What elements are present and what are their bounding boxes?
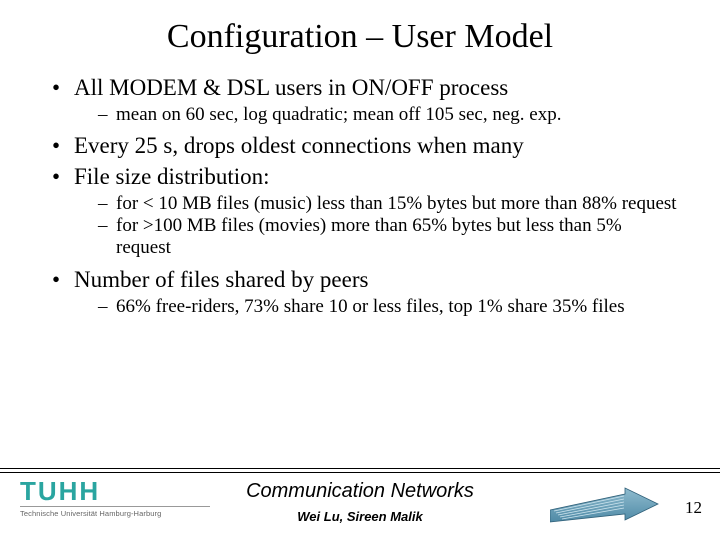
- divider: [0, 472, 720, 473]
- bullet-text: Every 25 s, drops oldest connections whe…: [74, 133, 524, 158]
- bullet-text: Number of files shared by peers: [74, 267, 368, 292]
- slide-footer: TUHH Technische Universität Hamburg-Harb…: [0, 468, 720, 540]
- sub-bullet-text: 66% free-riders, 73% share 10 or less fi…: [116, 296, 625, 317]
- sub-bullet-item: 66% free-riders, 73% share 10 or less fi…: [98, 296, 680, 318]
- bullet-item: All MODEM & DSL users in ON/OFF process …: [52, 74, 680, 126]
- slide: Configuration – User Model All MODEM & D…: [0, 0, 720, 540]
- bullet-text: All MODEM & DSL users in ON/OFF process: [74, 75, 508, 100]
- decorative-arrow-icon: [550, 482, 660, 526]
- page-number: 12: [685, 498, 702, 518]
- sub-bullet-text: for < 10 MB files (music) less than 15% …: [116, 193, 677, 214]
- divider: [0, 468, 720, 469]
- bullet-item: Every 25 s, drops oldest connections whe…: [52, 132, 680, 160]
- sub-bullet-item: for < 10 MB files (music) less than 15% …: [98, 193, 680, 215]
- slide-title: Configuration – User Model: [40, 18, 680, 56]
- sub-bullet-item: for >100 MB files (movies) more than 65%…: [98, 215, 680, 260]
- sub-bullet-text: for >100 MB files (movies) more than 65%…: [116, 215, 622, 258]
- sub-bullet-list: 66% free-riders, 73% share 10 or less fi…: [74, 296, 680, 318]
- bullet-item: Number of files shared by peers 66% free…: [52, 266, 680, 318]
- sub-bullet-item: mean on 60 sec, log quadratic; mean off …: [98, 104, 680, 126]
- bullet-text: File size distribution:: [74, 164, 270, 189]
- sub-bullet-list: mean on 60 sec, log quadratic; mean off …: [74, 104, 680, 126]
- bullet-list: All MODEM & DSL users in ON/OFF process …: [40, 74, 680, 318]
- sub-bullet-text: mean on 60 sec, log quadratic; mean off …: [116, 104, 561, 125]
- sub-bullet-list: for < 10 MB files (music) less than 15% …: [74, 193, 680, 260]
- bullet-item: File size distribution: for < 10 MB file…: [52, 163, 680, 260]
